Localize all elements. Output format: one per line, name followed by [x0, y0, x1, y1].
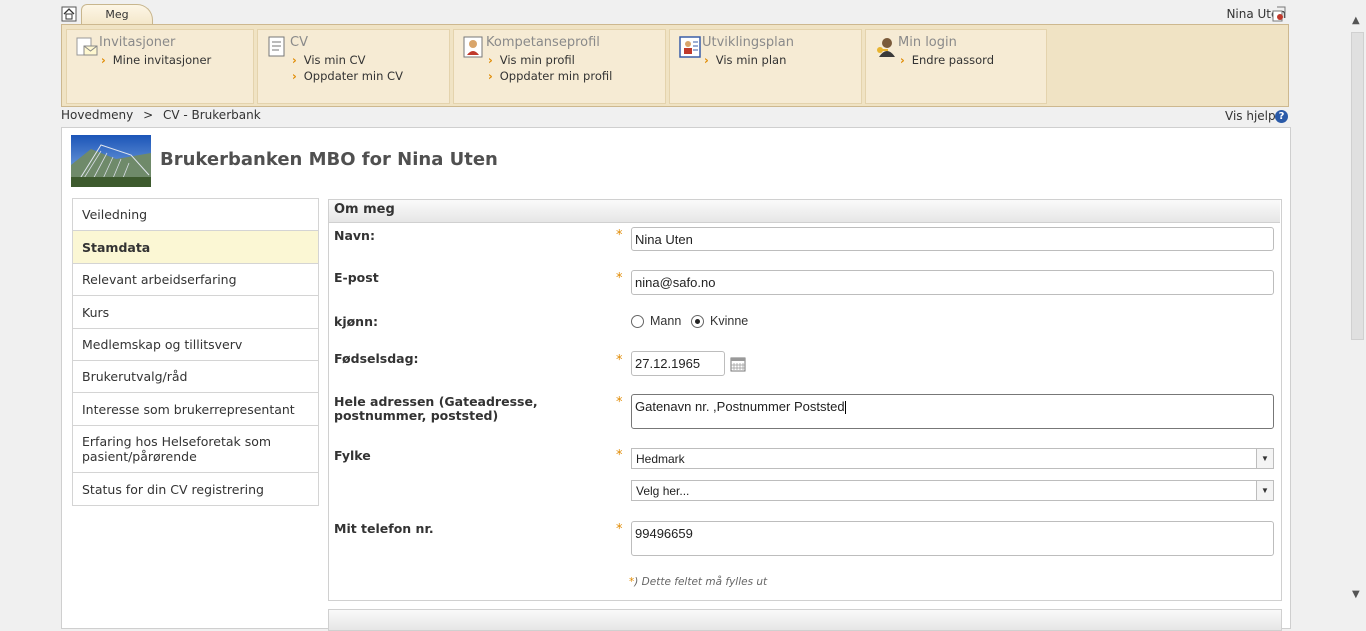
gender-option-kvinne[interactable]: Kvinne [710, 314, 748, 328]
menu-link-vis-min-plan[interactable]: › Vis min plan [704, 53, 786, 67]
scrollbar-thumb[interactable] [1351, 32, 1364, 340]
logout-icon[interactable] [1271, 6, 1287, 22]
menu-link-endre-passord[interactable]: › Endre passord [900, 53, 994, 67]
email-input[interactable] [631, 270, 1274, 295]
nav-item-kurs[interactable]: Kurs [73, 296, 318, 329]
name-label: Navn: [334, 228, 375, 243]
calendar-icon[interactable] [730, 356, 746, 372]
form-header [329, 200, 1280, 223]
menu-group-kompetanseprofil: Kompetanseprofil › Vis min profil › Oppdat… [453, 29, 666, 104]
nav-item-interesse[interactable]: Interesse som brukerrepresentant [73, 393, 318, 426]
required-marker: * [616, 353, 623, 368]
tab-meg[interactable]: Meg [81, 4, 153, 26]
required-footnote: *) Dette feltet må fylles ut [629, 576, 768, 588]
breadcrumb: Hovedmeny > CV - Brukerbank [61, 108, 261, 122]
nav-item-brukerutvalg[interactable]: Brukerutvalg/råd [73, 361, 318, 393]
nav-item-erfaring-helseforetak[interactable]: Erfaring hos Helseforetak som pasient/på… [73, 426, 318, 473]
birthday-label: Fødselsdag: [334, 351, 419, 366]
nav-item-stamdata[interactable]: Stamdata [73, 231, 318, 264]
form-title: Om meg [334, 202, 395, 217]
required-marker: * [616, 271, 623, 286]
next-section-header [328, 609, 1282, 631]
required-marker: * [616, 448, 623, 463]
scroll-down-icon[interactable]: ▼ [1352, 589, 1360, 600]
nav-item-relevant-arbeidserfaring[interactable]: Relevant arbeidserfaring [73, 264, 318, 296]
chevron-down-icon[interactable]: ▼ [1256, 449, 1273, 468]
text-cursor [844, 401, 846, 415]
municipality-select[interactable]: Velg her... ▼ [631, 480, 1274, 501]
phone-input[interactable]: 99496659 [631, 521, 1274, 556]
menu-group-invitasjoner: Invitasjoner › Mine invitasjoner [66, 29, 254, 104]
municipality-placeholder: Velg her... [636, 484, 690, 498]
county-label: Fylke [334, 448, 371, 463]
breadcrumb-current: CV - Brukerbank [162, 108, 261, 122]
required-marker: * [616, 395, 623, 410]
menu-link-oppdater-min-profil[interactable]: › Oppdater min profil [488, 69, 612, 83]
menu-title: CV [290, 35, 308, 50]
name-input[interactable] [631, 227, 1274, 251]
menu-title: Invitasjoner [99, 35, 176, 50]
phone-label: Mit telefon nr. [334, 521, 434, 536]
required-marker: * [616, 522, 623, 537]
email-label: E-post [334, 270, 379, 285]
menu-group-min-login: Min login › Endre passord [865, 29, 1047, 104]
required-marker: * [616, 228, 623, 243]
gender-option-mann[interactable]: Mann [650, 314, 681, 328]
menu-group-utviklingsplan: Utviklingsplan › Vis min plan [669, 29, 862, 104]
user-key-icon [875, 36, 895, 57]
menu-title: Kompetanseprofil [486, 35, 600, 50]
address-label: Hele adressen (Gateadresse, postnummer, … [334, 394, 538, 423]
help-link[interactable]: Vis hjelp [1225, 109, 1276, 123]
county-select[interactable]: Hedmark ▼ [631, 448, 1274, 469]
menu-link-vis-min-profil[interactable]: › Vis min profil [488, 53, 575, 67]
menu-link-mine-invitasjoner[interactable]: › Mine invitasjoner [101, 53, 211, 67]
nav-item-medlemskap[interactable]: Medlemskap og tillitsverv [73, 329, 318, 361]
document-icon [267, 36, 287, 57]
plan-chart-icon [679, 36, 701, 58]
address-input[interactable]: Gatenavn nr. ,Postnummer Poststed [631, 394, 1274, 429]
scroll-up-icon[interactable]: ▲ [1352, 15, 1360, 26]
gender-radio-kvinne[interactable] [691, 315, 704, 328]
envelope-icon [76, 36, 98, 56]
chevron-down-icon[interactable]: ▼ [1256, 481, 1273, 500]
birthday-input[interactable] [631, 351, 725, 376]
home-icon[interactable] [61, 6, 77, 22]
menu-link-oppdater-min-cv[interactable]: › Oppdater min CV [292, 69, 403, 83]
left-nav: Veiledning Stamdata Relevant arbeidserfa… [72, 198, 319, 506]
profile-card-icon [463, 36, 483, 58]
breadcrumb-separator: > [143, 108, 154, 122]
breadcrumb-home[interactable]: Hovedmeny [61, 108, 133, 122]
header-image [71, 135, 151, 187]
nav-item-status-cv[interactable]: Status for din CV registrering [73, 473, 318, 505]
nav-item-veiledning[interactable]: Veiledning [73, 199, 318, 231]
menu-title: Min login [898, 35, 957, 50]
top-menu-panel: Invitasjoner › Mine invitasjoner CV › Vis … [61, 24, 1289, 107]
gender-label: kjønn: [334, 314, 378, 329]
menu-title: Utviklingsplan [702, 35, 795, 50]
page-title: Brukerbanken MBO for Nina Uten [160, 149, 498, 170]
help-icon[interactable]: ? [1275, 110, 1288, 123]
menu-group-cv: CV › Vis min CV › Oppdater min CV [257, 29, 450, 104]
county-value: Hedmark [636, 452, 685, 466]
menu-link-vis-min-cv[interactable]: › Vis min CV [292, 53, 365, 67]
gender-radio-mann[interactable] [631, 315, 644, 328]
